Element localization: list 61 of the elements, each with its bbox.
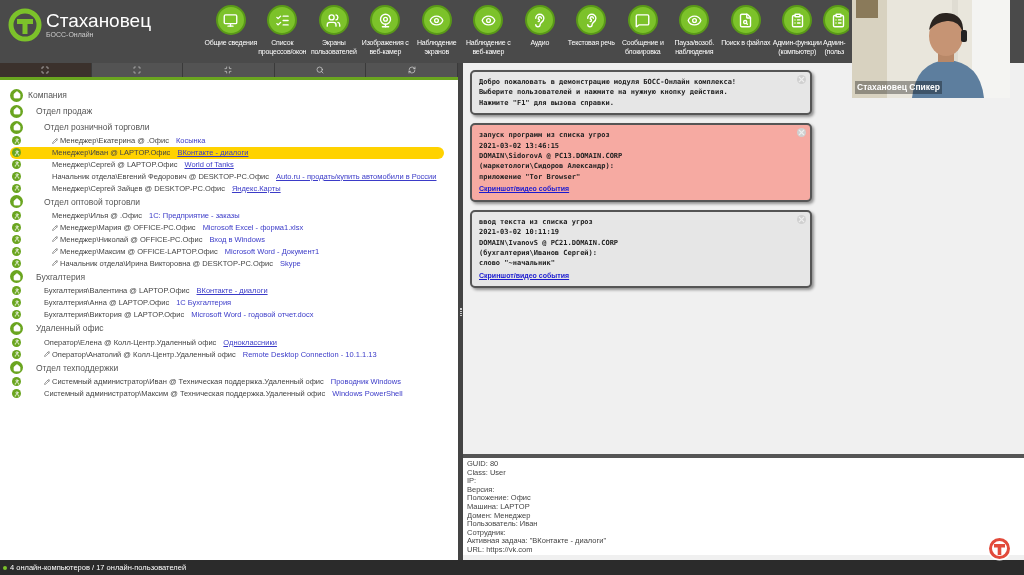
shrink-icon [224, 66, 233, 74]
panel-tab[interactable] [91, 63, 184, 77]
user-icon [12, 148, 21, 158]
user-icon [12, 183, 21, 193]
panel-tab[interactable] [0, 63, 92, 77]
checklist-icon [267, 5, 298, 35]
user-icon [12, 160, 21, 169]
user-icon [12, 171, 21, 181]
search-icon [316, 66, 325, 74]
group-node[interactable]: Отдел техподдержки [36, 361, 119, 375]
house-icon [10, 195, 23, 209]
house-icon [10, 104, 23, 118]
refresh-icon [407, 66, 416, 74]
user-icon [12, 349, 21, 359]
user-icon [12, 136, 21, 146]
user-icon [12, 234, 21, 244]
user-icon [12, 211, 21, 221]
group-node[interactable]: Отдел продаж [36, 104, 93, 118]
webcam-caption: Стахановец Спикер [855, 81, 942, 94]
file-search-icon [730, 5, 761, 35]
message-icon [627, 5, 658, 35]
panel-tab[interactable] [183, 63, 275, 77]
group-node[interactable]: Компания [28, 88, 67, 102]
group-node[interactable]: Бухгалтерия [36, 270, 86, 284]
user-icon [12, 337, 21, 347]
eye-icon [679, 5, 710, 35]
user-icon [12, 389, 21, 399]
group-node[interactable]: Отдел оптовой торговли [44, 195, 140, 209]
user-icon [12, 298, 21, 308]
eye-icon [421, 5, 452, 35]
eye-icon [473, 5, 504, 35]
group-node[interactable]: Удаленный офис [36, 322, 104, 335]
user-icon [12, 223, 21, 233]
user-icon [12, 246, 21, 256]
group-node[interactable]: Отдел розничной торговли [44, 120, 150, 134]
user-icon [12, 377, 21, 387]
splitter-handle[interactable] [459, 307, 462, 316]
house-icon [10, 270, 23, 284]
user-icon [12, 258, 21, 268]
ear-icon [524, 5, 555, 35]
close-icon[interactable] [797, 75, 806, 84]
frame-icon [132, 66, 141, 74]
close-icon[interactable] [797, 128, 806, 138]
ear-icon [576, 5, 607, 35]
users-icon [318, 5, 349, 35]
monitor-icon [215, 5, 246, 35]
clipboard-icon [782, 5, 813, 35]
house-icon [10, 88, 23, 102]
webcam-icon [370, 5, 401, 35]
user-icon [12, 309, 21, 319]
logo-icon [8, 8, 42, 42]
panel-tab[interactable] [274, 63, 367, 77]
user-icon [12, 286, 21, 296]
logo-title: Стахановец [46, 11, 152, 31]
house-icon [10, 361, 23, 375]
close-icon[interactable] [797, 214, 806, 224]
house-icon [10, 321, 23, 335]
house-icon [10, 120, 23, 134]
clipboard-icon [823, 5, 849, 35]
panel-tab[interactable] [366, 63, 458, 77]
expand-icon [41, 66, 50, 74]
